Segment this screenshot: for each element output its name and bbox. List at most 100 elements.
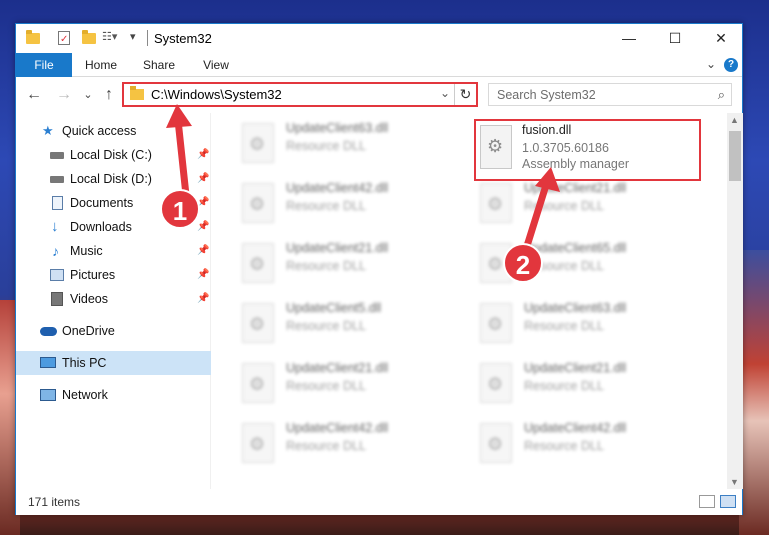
sidebar-item-label: Videos: [70, 292, 108, 306]
file-name: UpdateClient21.dll: [286, 361, 389, 375]
sidebar-item-label: Music: [70, 244, 103, 258]
file-item[interactable]: UpdateClient63.dll Resource DLL: [234, 117, 464, 169]
search-input[interactable]: Search System32 ⌕: [488, 83, 732, 106]
tab-view[interactable]: View: [191, 53, 241, 77]
computer-icon: [40, 357, 56, 368]
dll-file-icon: [480, 183, 512, 223]
videos-icon: [51, 292, 63, 306]
pictures-icon: [50, 269, 64, 281]
scroll-up-arrow-icon[interactable]: ▲: [730, 115, 739, 125]
file-item[interactable]: UpdateClient21.dll Resource DLL: [472, 357, 702, 409]
recent-locations-button[interactable]: ⌄: [78, 86, 98, 104]
search-icon[interactable]: ⌕: [718, 87, 725, 103]
title-bar: ✓ ☷▾ ▾ System32 — ☐ ✕: [16, 24, 742, 53]
sidebar-item-network[interactable]: Network: [16, 383, 211, 407]
sidebar-item-quick-access[interactable]: ★ Quick access: [16, 119, 211, 143]
file-item[interactable]: UpdateClient21.dll Resource DLL: [472, 177, 702, 229]
music-icon: ♪: [52, 243, 59, 259]
file-type: Resource DLL: [286, 379, 366, 393]
pin-icon[interactable]: 📌: [197, 239, 209, 263]
file-type: Resource DLL: [286, 319, 366, 333]
tab-file[interactable]: File: [16, 53, 72, 77]
pin-icon[interactable]: 📌: [197, 215, 209, 239]
pin-icon[interactable]: 📌: [197, 167, 209, 191]
file-item[interactable]: UpdateClient5.dll Resource DLL: [234, 297, 464, 349]
tab-share[interactable]: Share: [134, 53, 184, 77]
quick-access-dropdown-icon[interactable]: ▾: [130, 30, 140, 46]
document-icon: [52, 196, 63, 210]
dll-file-icon: [242, 123, 274, 163]
ribbon-tabs: File Home Share View ⌄ ?: [16, 53, 742, 77]
sidebar-item-label: Pictures: [70, 268, 116, 282]
scroll-thumb[interactable]: [729, 131, 741, 181]
sidebar-item-onedrive[interactable]: OneDrive: [16, 319, 211, 343]
sidebar-item-label: This PC: [62, 356, 107, 370]
star-icon: ★: [42, 123, 54, 138]
file-item[interactable]: UpdateClient21.dll Resource DLL: [234, 237, 464, 289]
file-name: UpdateClient21.dll: [524, 361, 627, 375]
pin-icon[interactable]: 📌: [197, 287, 209, 311]
vertical-scrollbar[interactable]: ▲ ▼: [727, 113, 743, 489]
sidebar-item-videos[interactable]: Videos 📌: [16, 287, 211, 311]
new-folder-icon[interactable]: [82, 30, 98, 46]
file-version: 1.0.3705.60186: [522, 141, 609, 155]
dll-file-icon: [242, 303, 274, 343]
sidebar-item-label: OneDrive: [62, 324, 115, 338]
customize-quick-access-icon[interactable]: ☷▾: [102, 30, 118, 46]
minimize-button[interactable]: —: [606, 24, 652, 53]
sidebar-item-label: Local Disk (C:): [70, 148, 152, 162]
dll-file-icon: [480, 423, 512, 463]
back-button[interactable]: ←: [24, 86, 44, 104]
pin-icon[interactable]: 📌: [197, 143, 209, 167]
close-button[interactable]: ✕: [698, 24, 744, 53]
file-type: Resource DLL: [286, 259, 366, 273]
step-badge-2: 2: [503, 243, 543, 283]
file-item[interactable]: UpdateClient42.dll Resource DLL: [472, 417, 702, 469]
file-type: Resource DLL: [524, 379, 604, 393]
dll-file-icon: [242, 183, 274, 223]
tab-home[interactable]: Home: [76, 53, 126, 77]
sidebar-item-this-pc[interactable]: This PC: [16, 351, 211, 375]
explorer-window: ✓ ☷▾ ▾ System32 — ☐ ✕ File Home Share Vi…: [15, 23, 743, 515]
folder-icon: [26, 30, 42, 46]
scroll-down-arrow-icon[interactable]: ▼: [730, 477, 739, 487]
desktop-background-right: [739, 250, 769, 535]
file-list: UpdateClient63.dll Resource DLL UpdateCl…: [212, 113, 726, 489]
file-type: Resource DLL: [286, 439, 366, 453]
file-type: Resource DLL: [524, 319, 604, 333]
help-icon[interactable]: ?: [724, 58, 738, 72]
address-path[interactable]: C:\Windows\System32: [151, 87, 282, 102]
file-item[interactable]: UpdateClient63.dll Resource DLL: [472, 297, 702, 349]
refresh-button[interactable]: ↻: [454, 84, 476, 105]
expand-ribbon-icon[interactable]: ⌄: [706, 57, 716, 71]
address-dropdown-icon[interactable]: ⌄: [440, 86, 450, 100]
up-button[interactable]: ↑: [99, 86, 119, 104]
file-name: UpdateClient21.dll: [524, 181, 627, 195]
navigation-pane: ★ Quick access Local Disk (C:) 📌 Local D…: [16, 113, 211, 489]
sidebar-item-music[interactable]: ♪ Music 📌: [16, 239, 211, 263]
maximize-button[interactable]: ☐: [652, 24, 698, 53]
drive-icon: [50, 176, 64, 183]
address-bar[interactable]: C:\Windows\System32 ⌄ ↻: [122, 82, 478, 107]
file-item[interactable]: UpdateClient42.dll Resource DLL: [234, 177, 464, 229]
pin-icon[interactable]: 📌: [197, 263, 209, 287]
forward-button[interactable]: →: [54, 86, 74, 104]
window-title: System32: [154, 31, 212, 46]
file-item[interactable]: UpdateClient42.dll Resource DLL: [234, 417, 464, 469]
folder-icon: [130, 86, 144, 100]
file-item[interactable]: UpdateClient21.dll Resource DLL: [234, 357, 464, 409]
file-name: UpdateClient63.dll: [524, 301, 627, 315]
dll-file-icon: [480, 363, 512, 403]
file-name: UpdateClient42.dll: [524, 421, 627, 435]
properties-icon[interactable]: ✓: [56, 30, 72, 46]
highlighted-file-item[interactable]: fusion.dll 1.0.3705.60186 Assembly manag…: [474, 119, 701, 181]
drive-icon: [50, 152, 64, 159]
sidebar-item-local-disk-d[interactable]: Local Disk (D:) 📌: [16, 167, 211, 191]
file-description: Assembly manager: [522, 157, 629, 171]
details-view-icon[interactable]: [699, 495, 715, 508]
navigation-bar: ← → ⌄ ↑ C:\Windows\System32 ⌄ ↻ Search S…: [16, 77, 742, 113]
sidebar-item-local-disk-c[interactable]: Local Disk (C:) 📌: [16, 143, 211, 167]
large-icons-view-icon[interactable]: [720, 495, 736, 508]
sidebar-item-pictures[interactable]: Pictures 📌: [16, 263, 211, 287]
network-icon: [40, 389, 56, 401]
